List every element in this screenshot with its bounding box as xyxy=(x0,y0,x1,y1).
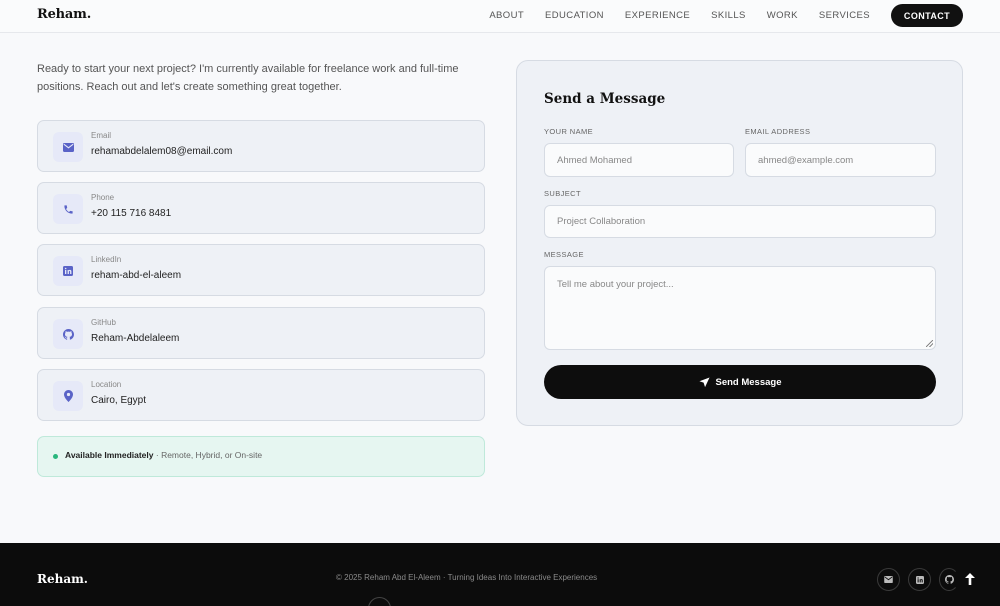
contact-value: Reham-Abdelaleem xyxy=(91,333,180,344)
availability-detail: · Remote, Hybrid, or On-site xyxy=(153,450,263,460)
contact-label: GitHub xyxy=(91,318,116,327)
contact-button[interactable]: CONTACT xyxy=(891,4,963,27)
email-input[interactable]: ahmed@example.com xyxy=(745,143,936,177)
linkedin-icon xyxy=(53,256,83,286)
location-pin-icon xyxy=(53,381,83,411)
linkedin-icon xyxy=(915,575,924,584)
contact-card-linkedin[interactable]: LinkedIn reham-abd-el-aleem xyxy=(37,244,485,296)
contact-value: reham-abd-el-aleem xyxy=(91,270,182,281)
message-textarea[interactable]: Tell me about your project... xyxy=(544,266,936,350)
nav-experience[interactable]: EXPERIENCE xyxy=(625,5,690,27)
footer-email-button[interactable] xyxy=(877,568,900,591)
mail-icon xyxy=(53,132,83,162)
footer-copyright: © 2025 Reham Abd El-Aleem · Turning Idea… xyxy=(336,573,598,582)
contact-label: LinkedIn xyxy=(91,255,122,264)
contact-card-location: Location Cairo, Egypt xyxy=(37,369,485,421)
contact-value: +20 115 716 8481 xyxy=(91,208,172,219)
send-message-label: Send Message xyxy=(715,376,782,388)
send-arrow-icon xyxy=(698,376,710,387)
contact-card-github[interactable]: GitHub Reham-Abdelaleem xyxy=(37,307,485,359)
name-label: YOUR NAME xyxy=(544,127,594,136)
send-message-button[interactable]: Send Message xyxy=(544,365,936,399)
contact-card-email[interactable]: Email rehamabdelalem08@email.com xyxy=(37,120,485,172)
contact-intro: Ready to start your next project? I'm cu… xyxy=(37,63,459,93)
availability-status: Available Immediately xyxy=(65,450,154,460)
form-title: Send a Message xyxy=(544,91,666,107)
subject-label: SUBJECT xyxy=(544,189,581,198)
scroll-to-top-button[interactable] xyxy=(962,569,978,589)
nav-work[interactable]: WORK xyxy=(767,5,798,27)
contact-label: Email xyxy=(91,131,112,140)
resize-handle[interactable] xyxy=(926,340,933,347)
availability-banner: Available Immediately · Remote, Hybrid, … xyxy=(37,436,485,477)
subject-input[interactable]: Project Collaboration xyxy=(544,205,936,238)
site-header: Reham. ABOUT EDUCATION EXPERIENCE SKILLS… xyxy=(0,0,1000,33)
footer-logo[interactable]: Reham. xyxy=(37,572,88,586)
nav-about[interactable]: ABOUT xyxy=(489,5,524,27)
message-placeholder: Tell me about your project... xyxy=(557,279,674,290)
nav-services[interactable]: SERVICES xyxy=(819,5,870,27)
message-label: MESSAGE xyxy=(544,250,584,259)
status-dot xyxy=(53,454,58,459)
contact-label: Location xyxy=(91,380,122,389)
main-nav: ABOUT EDUCATION EXPERIENCE SKILLS WORK S… xyxy=(468,4,963,27)
availability-text: Available Immediately · Remote, Hybrid, … xyxy=(65,450,262,460)
arrow-up-icon xyxy=(965,573,975,585)
name-input[interactable]: Ahmed Mohamed xyxy=(544,143,734,177)
contact-form: Send a Message YOUR NAME Ahmed Mohamed E… xyxy=(516,60,963,426)
footer-github-button[interactable] xyxy=(939,568,959,591)
contact-card-phone[interactable]: Phone +20 115 716 8481 xyxy=(37,182,485,234)
footer-partial-circle xyxy=(368,597,391,606)
nav-education[interactable]: EDUCATION xyxy=(545,5,604,27)
contact-value: rehamabdelalem08@email.com xyxy=(91,146,233,157)
mail-icon xyxy=(884,576,893,583)
site-logo[interactable]: Reham. xyxy=(37,7,91,22)
nav-skills[interactable]: SKILLS xyxy=(711,5,746,27)
phone-icon xyxy=(53,194,83,224)
github-icon xyxy=(944,575,954,584)
email-label: EMAIL ADDRESS xyxy=(745,127,811,136)
contact-label: Phone xyxy=(91,193,115,202)
contact-value: Cairo, Egypt xyxy=(91,395,147,406)
site-footer: Reham. © 2025 Reham Abd El-Aleem · Turni… xyxy=(0,543,1000,606)
footer-linkedin-button[interactable] xyxy=(908,568,931,591)
github-icon xyxy=(53,319,83,349)
